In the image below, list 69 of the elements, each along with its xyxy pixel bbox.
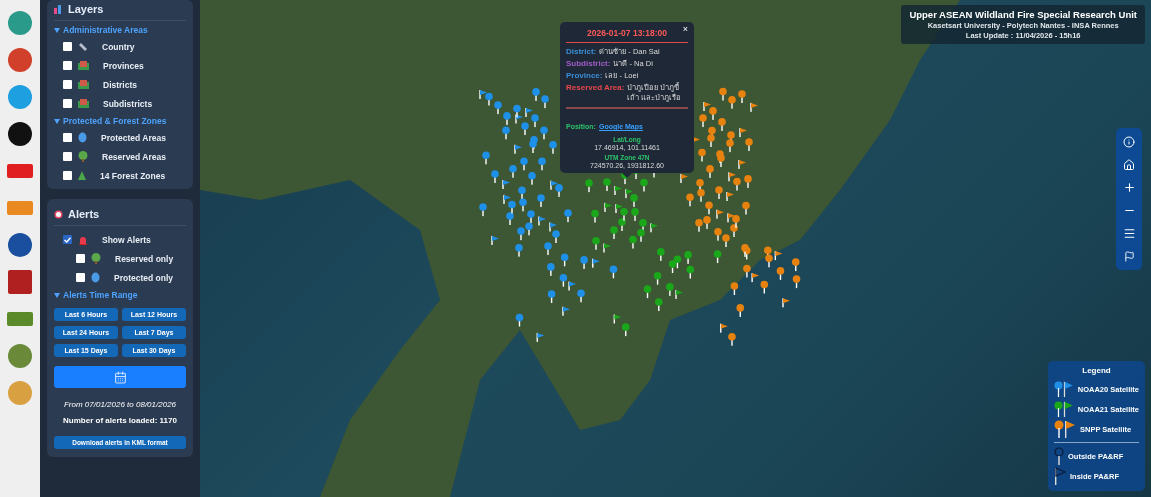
partner-logo-icon xyxy=(5,230,35,260)
partner-logo-icon xyxy=(5,119,35,149)
layers-icon xyxy=(54,4,63,14)
alert-count-text: Number of alerts loaded: 1170 xyxy=(62,416,178,425)
checkbox[interactable] xyxy=(63,42,72,51)
section-heading[interactable]: Alerts Time Range xyxy=(63,290,138,300)
caret-icon xyxy=(54,118,60,124)
calendar-button[interactable] xyxy=(54,366,186,388)
layer-label: Subdistricts xyxy=(103,98,153,109)
option-label: Reserved only xyxy=(115,253,174,264)
option-label: Protected only xyxy=(114,272,174,283)
checkbox[interactable] xyxy=(63,99,72,108)
calendar-icon xyxy=(113,370,127,384)
section-heading[interactable]: Protected & Forest Zones xyxy=(63,116,167,126)
shield-icon xyxy=(91,272,100,283)
partner-logo-icon xyxy=(5,45,35,75)
alarm-clock-icon xyxy=(54,209,63,219)
home-icon xyxy=(1123,158,1135,171)
partner-logo-icon xyxy=(5,267,35,297)
info-icon xyxy=(1123,135,1135,148)
panel-title: Alerts xyxy=(68,208,100,220)
checkbox[interactable] xyxy=(63,171,72,180)
checkbox[interactable] xyxy=(76,254,85,263)
legend-title: Legend xyxy=(1081,366,1112,375)
layer-label: Provinces xyxy=(103,60,144,71)
pine-tree-icon xyxy=(78,170,86,181)
layer-label: Protected Areas xyxy=(101,132,166,143)
date-range-text: From 07/01/2026 to 08/01/2026 xyxy=(62,400,178,409)
partner-logo-icon xyxy=(5,341,35,371)
flag-outline-icon xyxy=(1054,467,1066,485)
partner-logo-icon xyxy=(5,8,35,38)
partner-logo-icon xyxy=(5,378,35,408)
ruler-icon xyxy=(78,41,88,52)
pin-outline-icon xyxy=(1054,447,1064,465)
map-area-icon xyxy=(78,99,89,108)
banner-title: Upper ASEAN Wildland Fire Special Research Unit xyxy=(909,9,1137,20)
checkbox[interactable] xyxy=(63,152,72,161)
menu-icon xyxy=(1122,227,1136,240)
field-label: Subdistrict: xyxy=(566,59,611,69)
tree-icon xyxy=(78,151,88,162)
layer-label: 14 Forest Zones xyxy=(100,170,166,181)
popup-pointer-icon xyxy=(622,173,632,178)
layer-label: Districts xyxy=(103,79,137,90)
field-label: Province: xyxy=(566,71,603,81)
flag-icon xyxy=(1123,251,1135,262)
tree-icon xyxy=(91,253,101,264)
plus-icon xyxy=(1122,181,1136,194)
layer-label: Country xyxy=(102,41,135,52)
checkbox[interactable] xyxy=(63,235,72,244)
field-label: District: xyxy=(566,47,597,57)
checkbox[interactable] xyxy=(63,80,72,89)
panel-title: Layers xyxy=(68,3,104,15)
checkbox[interactable] xyxy=(63,133,72,142)
map-area-icon xyxy=(78,80,89,89)
checkbox[interactable] xyxy=(63,61,72,70)
caret-icon xyxy=(54,292,60,298)
section-heading[interactable]: Administrative Areas xyxy=(63,25,148,35)
shield-icon xyxy=(78,132,87,143)
caret-icon xyxy=(54,27,60,33)
option-label: Show Alerts xyxy=(102,234,151,245)
partner-logo-icon xyxy=(5,82,35,112)
field-label: Reserved Area: xyxy=(566,83,625,93)
map-area-icon xyxy=(78,61,89,70)
checkbox[interactable] xyxy=(76,273,85,282)
checkmark-icon xyxy=(64,236,71,243)
siren-icon xyxy=(78,234,88,245)
close-button[interactable]: × xyxy=(682,24,688,34)
layer-label: Reserved Areas xyxy=(102,151,166,162)
satellite-map[interactable] xyxy=(200,0,1151,497)
